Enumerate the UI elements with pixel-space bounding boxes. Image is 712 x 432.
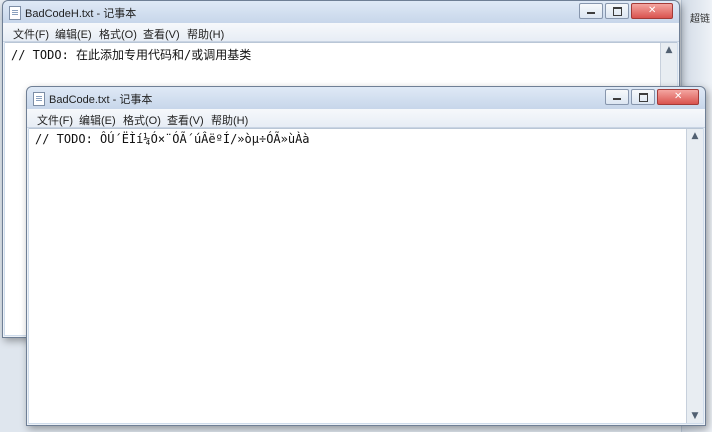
background-right-label: 超链 <box>690 14 710 25</box>
editor-content: // TODO: ÔÚ´ËÌí¼Ó×¨ÓÃ´úÂëºÍ/»òµ÷ÓÃ»ùÀà <box>35 132 310 146</box>
menu-edit[interactable]: 编辑(E) <box>55 26 92 42</box>
window-title: BadCodeH.txt - 记事本 <box>25 8 137 20</box>
menu-view[interactable]: 查看(V) <box>143 26 180 42</box>
close-button[interactable]: ✕ <box>657 89 699 105</box>
minimize-icon <box>587 12 595 14</box>
maximize-icon <box>639 93 648 102</box>
maximize-button[interactable] <box>631 89 655 105</box>
close-button[interactable]: ✕ <box>631 3 673 19</box>
menu-view[interactable]: 查看(V) <box>167 112 204 128</box>
notepad-window-front[interactable]: BadCode.txt - 记事本 ✕ 文件(F) 编辑(E) 格式(O) 查看… <box>26 86 706 426</box>
menu-bar: 文件(F) 编辑(E) 格式(O) 查看(V) 帮助(H) <box>3 23 679 42</box>
menu-help[interactable]: 帮助(H) <box>187 26 224 42</box>
notepad-icon <box>33 92 45 106</box>
minimize-button[interactable] <box>579 3 603 19</box>
maximize-icon <box>613 7 622 16</box>
title-bar[interactable]: BadCode.txt - 记事本 ✕ <box>27 87 705 110</box>
menu-file[interactable]: 文件(F) <box>37 112 73 128</box>
maximize-button[interactable] <box>605 3 629 19</box>
vertical-scrollbar[interactable]: ▲ ▼ <box>686 129 703 423</box>
menu-bar: 文件(F) 编辑(E) 格式(O) 查看(V) 帮助(H) <box>27 109 705 128</box>
window-title: BadCode.txt - 记事本 <box>49 94 153 106</box>
notepad-icon <box>9 6 21 20</box>
close-icon: ✕ <box>648 5 657 16</box>
scroll-up-arrow-icon[interactable]: ▲ <box>690 131 700 141</box>
menu-file[interactable]: 文件(F) <box>13 26 49 42</box>
window-controls: ✕ <box>605 89 699 105</box>
text-editor[interactable]: // TODO: ÔÚ´ËÌí¼Ó×¨ÓÃ´úÂëºÍ/»òµ÷ÓÃ»ùÀà ▲… <box>29 128 703 423</box>
scroll-up-arrow-icon[interactable]: ▲ <box>664 45 674 55</box>
menu-edit[interactable]: 编辑(E) <box>79 112 116 128</box>
minimize-icon <box>613 98 621 100</box>
title-bar[interactable]: BadCodeH.txt - 记事本 ✕ <box>3 1 679 24</box>
minimize-button[interactable] <box>605 89 629 105</box>
close-icon: ✕ <box>674 91 683 102</box>
scroll-down-arrow-icon[interactable]: ▼ <box>690 411 700 421</box>
menu-help[interactable]: 帮助(H) <box>211 112 248 128</box>
editor-content: // TODO: 在此添加专用代码和/或调用基类 <box>11 48 252 62</box>
menu-format[interactable]: 格式(O) <box>99 26 137 42</box>
menu-format[interactable]: 格式(O) <box>123 112 161 128</box>
window-controls: ✕ <box>579 3 673 19</box>
